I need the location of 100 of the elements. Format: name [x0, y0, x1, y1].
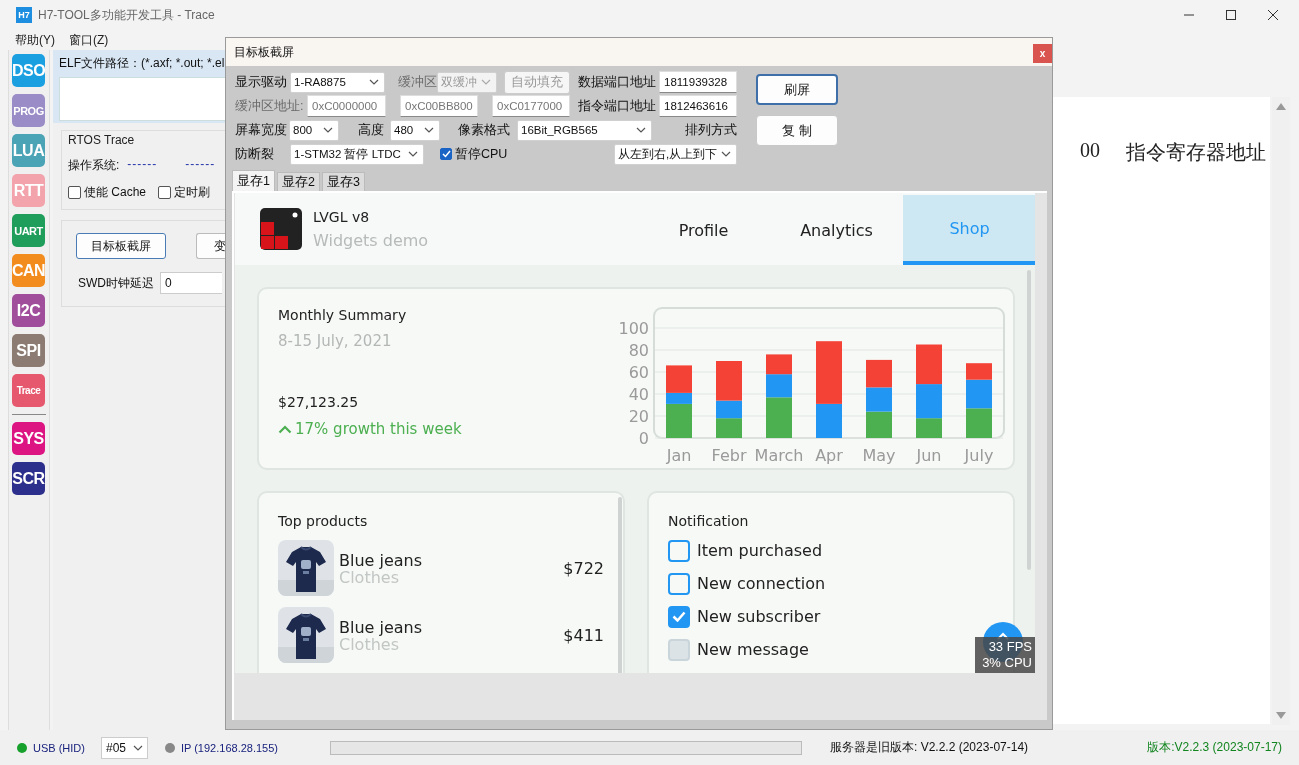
- input-field[interactable]: [59, 77, 226, 121]
- axis-label: 40: [628, 385, 649, 404]
- chart-bar: [966, 408, 992, 438]
- caret-icon: [481, 79, 491, 85]
- action-button[interactable]: 刷屏: [756, 74, 838, 105]
- chevron-up-icon: [278, 424, 292, 434]
- axis-label: March: [754, 446, 804, 465]
- field-label: 显示驱动: [235, 73, 288, 91]
- chart-bar: [866, 411, 892, 438]
- caret-icon: [369, 79, 379, 85]
- checkbox[interactable]: [668, 539, 690, 562]
- connection-label: IP (192.168.28.155): [180, 741, 278, 754]
- dropdown[interactable]: #05: [100, 736, 148, 759]
- column-heading: 指令寄存器地址: [1126, 140, 1266, 165]
- field-label: 防断裂: [235, 145, 275, 163]
- tool-button[interactable]: SCR: [12, 462, 45, 495]
- axis-label: Apr: [815, 446, 843, 465]
- menu-item[interactable]: 窗口(Z): [69, 31, 109, 49]
- axis-label: Jun: [916, 446, 942, 465]
- growth-text: 17% growth this week: [295, 420, 462, 438]
- tab[interactable]: Profile: [637, 195, 770, 265]
- axis-label: 60: [628, 363, 649, 382]
- axis-label: 80: [628, 341, 649, 360]
- caret-icon: [408, 151, 418, 157]
- dropdown[interactable]: 16Bit_RGB565: [517, 119, 652, 141]
- caret-icon: [636, 127, 646, 133]
- address-text: 00: [1080, 139, 1100, 162]
- arrow-up-icon[interactable]: [1276, 103, 1286, 110]
- checkbox[interactable]: [158, 186, 172, 199]
- axis-label: July: [964, 446, 994, 465]
- fps-text: 33 FPS: [988, 639, 1032, 655]
- field-label: 缓冲区地址:: [235, 97, 305, 115]
- field-label: 像素格式: [458, 121, 511, 139]
- dropdown[interactable]: 480: [390, 119, 440, 141]
- product-name: Blue jeans: [339, 550, 424, 570]
- dropdown[interactable]: 0: [160, 272, 222, 294]
- axis-label: 20: [628, 407, 649, 426]
- input-field[interactable]: 1812463616: [659, 95, 737, 117]
- product-price: $722: [563, 558, 604, 578]
- checkbox-label: 使能 Cache: [84, 184, 147, 201]
- field-label: ELF文件路径：(*.axf; *.out; *.el: [59, 55, 226, 72]
- menu-item[interactable]: 帮助(Y): [15, 31, 55, 49]
- input-field[interactable]: 1811939328: [659, 71, 737, 93]
- action-button[interactable]: 复 制: [756, 115, 838, 146]
- logo-icon: [260, 208, 302, 250]
- field-label: 指令端口地址: [578, 97, 657, 115]
- check-icon: [672, 611, 686, 622]
- checkbox[interactable]: [440, 148, 452, 160]
- checkbox[interactable]: [668, 605, 690, 628]
- tool-button[interactable]: SYS: [12, 422, 45, 455]
- chart-bar: [766, 354, 792, 375]
- axis-label: May: [862, 446, 896, 465]
- app-logo: H7: [16, 7, 32, 23]
- checkbox-label: New connection: [697, 574, 826, 593]
- tab[interactable]: Analytics: [770, 195, 903, 265]
- checkbox-label: 暂停CPU: [455, 145, 508, 163]
- field-label: 数据端口地址: [578, 73, 657, 91]
- tool-button[interactable]: Trace: [12, 374, 45, 407]
- app-title: LVGL v8: [313, 208, 371, 225]
- maximize-icon[interactable]: [1225, 9, 1237, 21]
- caret-icon: [424, 127, 434, 133]
- dropdown[interactable]: 1-STM32 暂停 LTDC: [290, 143, 424, 165]
- checkbox-label: New message: [697, 640, 809, 659]
- field-label: 操作系统:: [68, 157, 120, 174]
- dropdown[interactable]: 800: [289, 119, 339, 141]
- caret-icon: [132, 744, 143, 751]
- app-subtitle: Widgets demo: [313, 230, 429, 250]
- tab[interactable]: 显存2: [276, 172, 320, 191]
- dropdown[interactable]: 从左到右,从上到下: [614, 143, 737, 165]
- checkbox[interactable]: [668, 572, 690, 595]
- arrow-down-icon[interactable]: [1276, 712, 1286, 719]
- axis-label: Jan: [666, 446, 692, 465]
- field-value: ------: [185, 157, 216, 173]
- cpu-text: 3% CPU: [982, 655, 1032, 671]
- window-title: H7-TOOL多功能开发工具 - Trace: [38, 6, 215, 24]
- axis-label: 100: [618, 319, 649, 338]
- close-icon[interactable]: [1267, 9, 1279, 21]
- tab[interactable]: 显存1: [232, 170, 275, 191]
- chart-bar: [866, 359, 892, 388]
- field-label: 排列方式: [685, 121, 737, 139]
- caret-icon: [721, 151, 731, 157]
- field-label: 高度: [358, 121, 385, 139]
- product-name: Blue jeans: [339, 617, 424, 637]
- tool-button[interactable]: SPI: [12, 334, 45, 367]
- axis-label: Febr: [711, 446, 747, 465]
- status-text: 服务器是旧版本: V2.2.2 (2023-07-14): [830, 739, 1029, 756]
- date-range: 8-15 July, 2021: [278, 332, 393, 350]
- tool-button[interactable]: I2C: [12, 294, 45, 327]
- product-price: $411: [563, 625, 604, 645]
- axis-label: 0: [638, 429, 649, 448]
- screenshot-button[interactable]: 目标板截屏: [76, 233, 166, 259]
- checkbox[interactable]: [68, 186, 81, 199]
- tab[interactable]: 显存3: [321, 172, 365, 191]
- dropdown[interactable]: 1-RA8875: [290, 71, 385, 93]
- chart-bar: [916, 344, 942, 385]
- caret-icon: [323, 127, 333, 133]
- action-button[interactable]: 变: [196, 233, 225, 259]
- dialog-title: 目标板截屏: [234, 43, 294, 61]
- close-button[interactable]: x: [1033, 44, 1052, 63]
- field-label: 缓冲区: [398, 73, 437, 91]
